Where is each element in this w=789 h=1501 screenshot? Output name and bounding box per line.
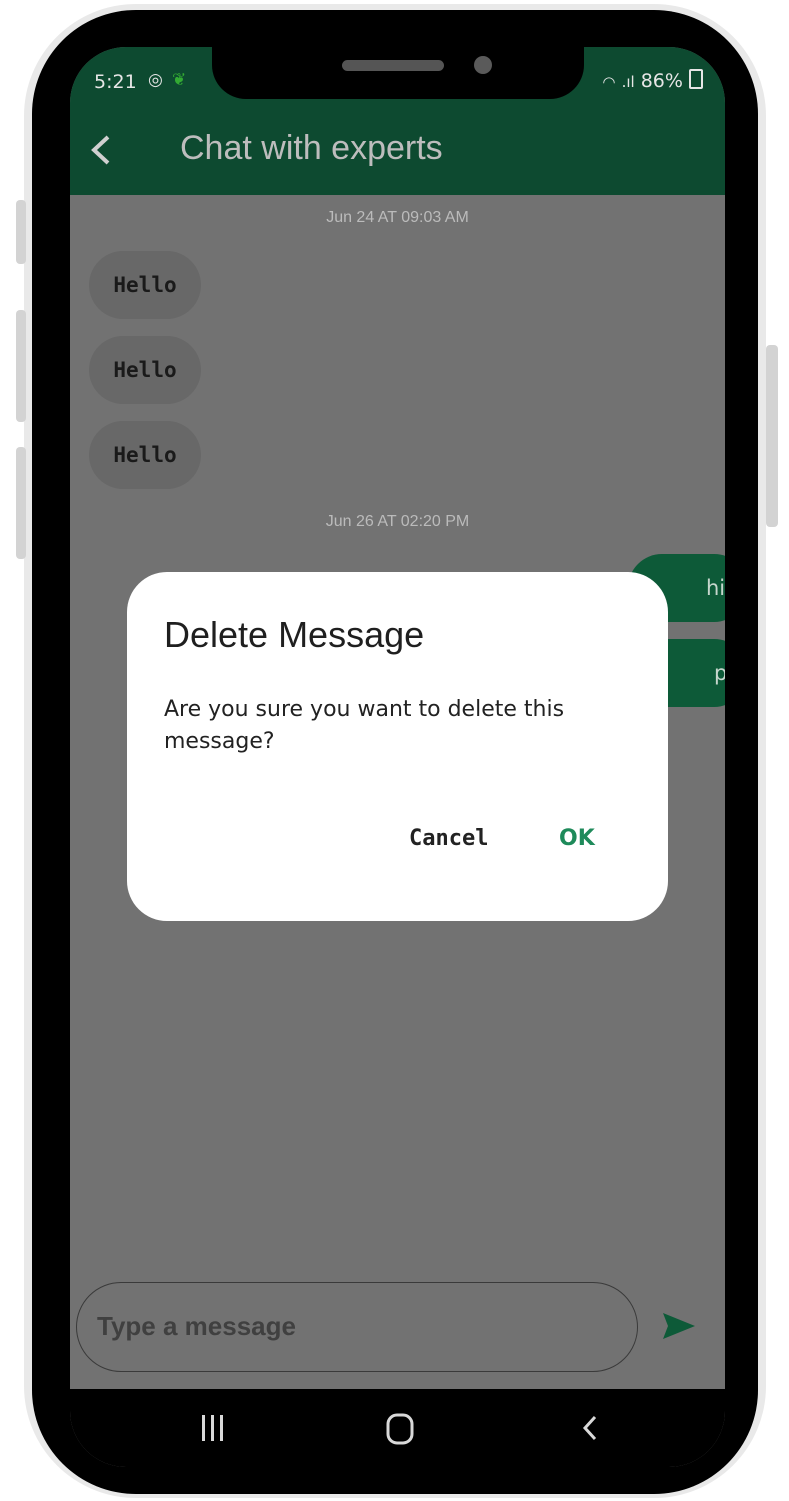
system-nav-bar: [70, 1389, 725, 1467]
bixby-button: [16, 447, 26, 559]
recent-apps-icon[interactable]: [198, 1413, 228, 1447]
screen: 5:21 ◎ ❦ ◠ .ıl 86% Chat with experts Jun…: [70, 47, 725, 1467]
dialog-message: Are you sure you want to delete this mes…: [164, 697, 565, 754]
power-button: [766, 345, 778, 527]
home-icon[interactable]: [384, 1413, 416, 1449]
volume-down-button: [16, 310, 26, 422]
ok-button[interactable]: OK: [559, 826, 595, 851]
delete-message-dialog: Delete Message Are you sure you want to …: [127, 572, 668, 921]
dialog-title: Delete Message: [164, 614, 425, 655]
back-nav-icon[interactable]: [576, 1413, 606, 1447]
volume-up-button: [16, 200, 26, 264]
cancel-button[interactable]: Cancel: [409, 826, 488, 851]
